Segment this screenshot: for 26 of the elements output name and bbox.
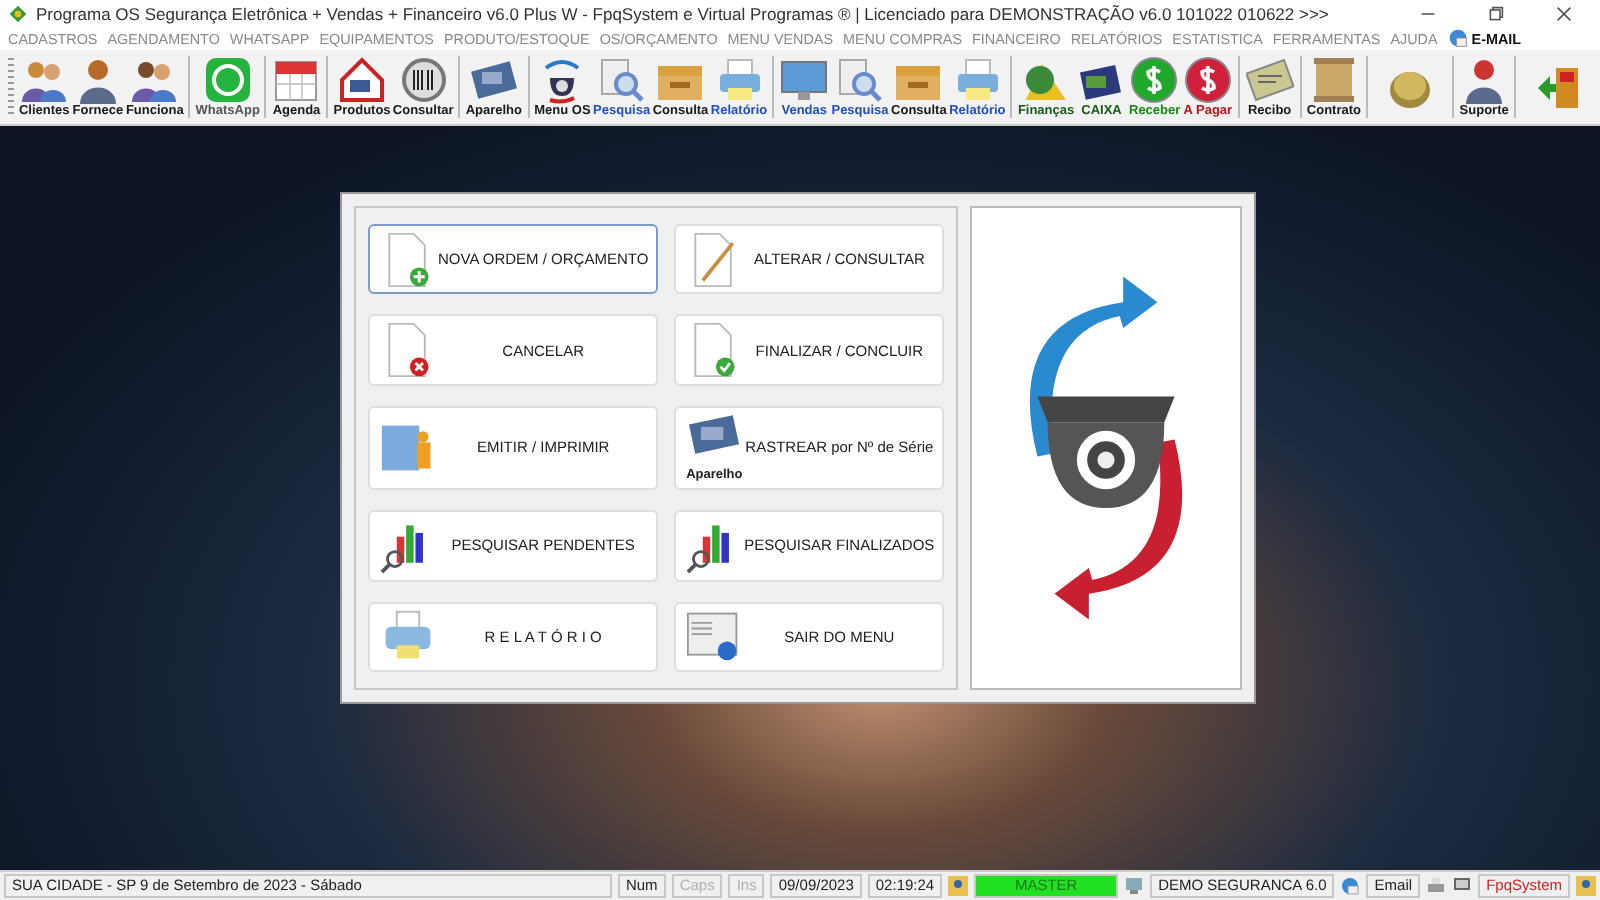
toolbar-grip <box>8 58 14 116</box>
computer-icon <box>1124 876 1145 896</box>
close-icon[interactable] <box>1556 5 1572 21</box>
calendar-icon <box>272 56 321 104</box>
printer-icon <box>715 56 763 104</box>
people-icon <box>20 56 69 104</box>
house-icon <box>338 56 387 104</box>
chat-icon <box>203 56 252 104</box>
printer-icon <box>1426 876 1447 896</box>
receipt-icon <box>1245 56 1294 104</box>
window-title: Programa OS Segurança Eletrônica + Vendas + Financeiro v6.0 Plus W - FpqSystem e Virtual Programas ® | Licenciado para DEMONSTRAÇÃO v6.0 101022 010622 >>> <box>36 3 1331 23</box>
barcode-icon <box>399 56 448 104</box>
monitor-icon <box>780 56 829 104</box>
magnifier-icon <box>836 56 884 104</box>
printer-icon <box>953 56 1002 104</box>
magnifier-icon <box>597 56 646 104</box>
door-icon <box>1534 63 1583 111</box>
user-icon <box>948 876 969 896</box>
dollar-coin-icon <box>1130 56 1179 104</box>
device-icon <box>469 56 518 104</box>
dollar-coin-icon <box>1183 56 1232 104</box>
scroll-icon <box>1309 56 1358 104</box>
user-icon <box>1576 876 1596 896</box>
restore-icon[interactable] <box>1488 5 1504 21</box>
app-icon <box>8 3 28 23</box>
people-icon <box>130 56 179 104</box>
